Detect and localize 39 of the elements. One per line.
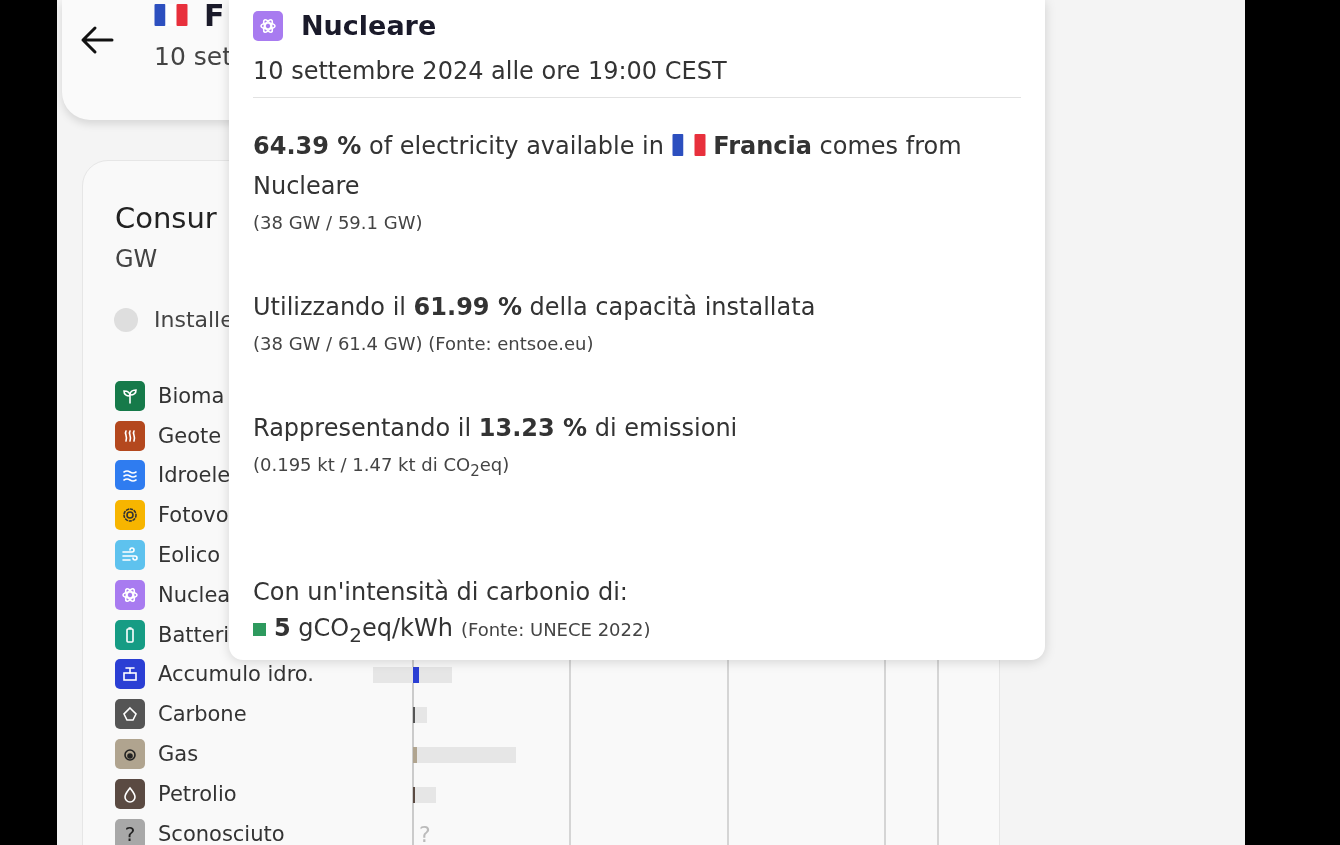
intensity-label: Con un'intensità di carbonio di:: [253, 576, 628, 608]
installed-toggle[interactable]: [114, 307, 138, 332]
share-text-country: Francia comes from: [713, 132, 962, 160]
capacity-text: Utilizzando il 61.99 % della capacità installata: [253, 292, 816, 323]
intensity-source: (Fonte: UNECE 2022): [460, 618, 651, 640]
tooltip-title: Nucleare: [301, 10, 437, 41]
legend-label: Sconosciuto: [158, 821, 285, 845]
share-text-end: Nucleare: [253, 172, 360, 200]
legend-label: Accumulo idro.: [158, 662, 314, 687]
emissions-text: Rappresentando il 13.23 % di emissioni: [253, 413, 738, 444]
emissions-detail: (0.195 kt / 1.47 kt di CO$_{2}$eq): [253, 454, 510, 480]
legend-label: Carbone: [158, 702, 247, 727]
chart-bar: [413, 786, 436, 803]
intensity-color-square: [253, 623, 266, 637]
legend-label: Bioma: [158, 383, 225, 408]
header-date: 10 set: [154, 42, 232, 71]
share-detail: (38 GW / 59.1 GW): [253, 212, 423, 233]
card-title: Consur: [115, 201, 217, 235]
legend-label: Batteri: [158, 622, 230, 647]
country-title: F: [204, 0, 225, 33]
unknown-bar-label: ?: [419, 820, 431, 845]
tooltip-date: 10 settembre 2024 alle ore 19:00 CEST: [253, 57, 727, 85]
france-flag-icon: [154, 4, 188, 26]
capacity-detail: (38 GW / 61.4 GW) (Fonte: entsoe.eu): [253, 333, 594, 354]
legend-label: Petrolio: [158, 781, 237, 806]
legend-label: Idroele: [158, 463, 231, 488]
legend-label: Nuclea: [158, 582, 231, 607]
back-arrow-icon[interactable]: [80, 25, 114, 55]
unit-label: GW: [115, 245, 158, 273]
legend-label: Geote: [158, 423, 222, 448]
share-text: 64.39 % of electricity available in: [253, 132, 664, 160]
legend-label: Eolico: [158, 543, 221, 568]
unknown-source-icon: ?: [115, 818, 145, 845]
chart-bar: [413, 706, 427, 723]
legend-label: Gas: [158, 742, 199, 767]
legend-label: Fotovo: [158, 503, 229, 528]
intensity-value: 5 gCO$_{2}$eq/kWh: [274, 613, 453, 647]
france-flag-icon: [671, 134, 706, 156]
toggle-label: Installe: [154, 307, 234, 332]
